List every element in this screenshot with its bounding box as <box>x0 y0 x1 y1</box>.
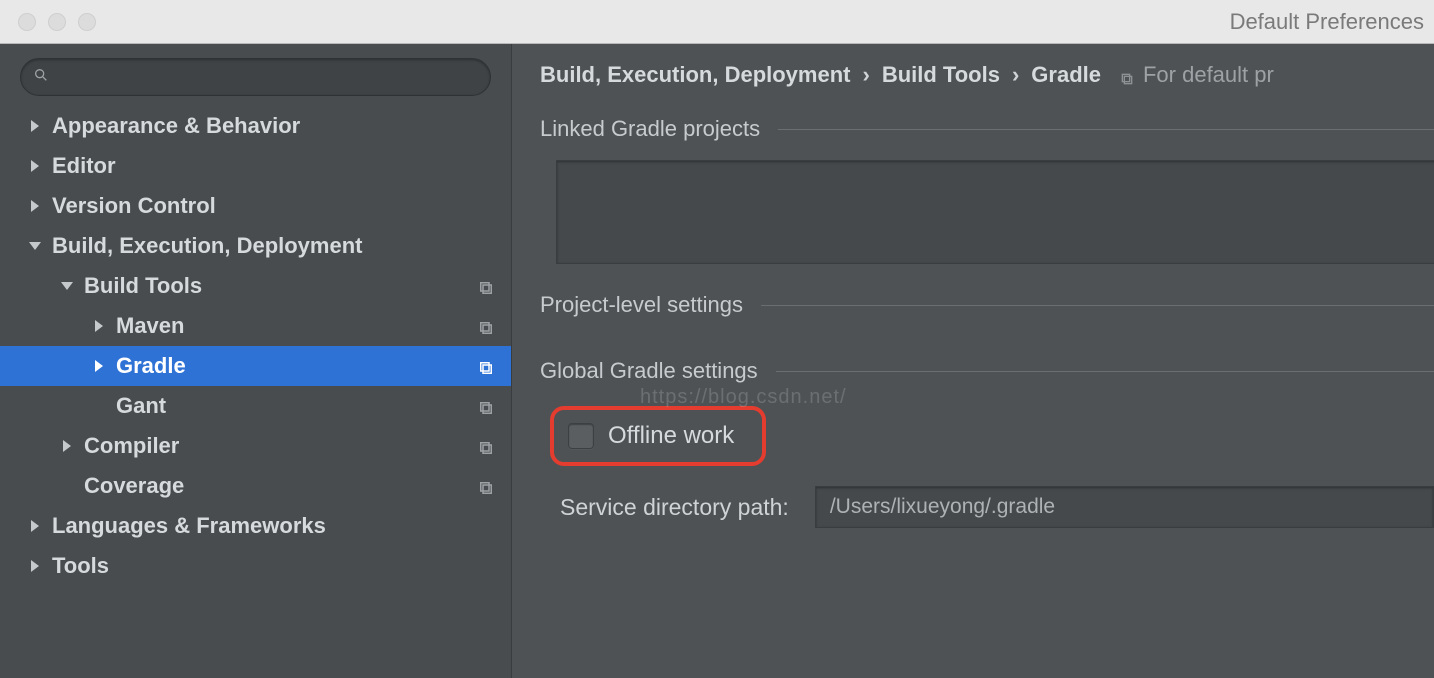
service-directory-row: Service directory path: <box>560 486 1434 528</box>
expand-icon <box>92 319 106 333</box>
section-linked-gradle-projects: Linked Gradle projects <box>540 116 1434 142</box>
profile-scope-icon <box>477 357 495 375</box>
divider <box>776 371 1434 372</box>
chevron-right-icon: › <box>1010 62 1021 88</box>
profile-scope-icon <box>477 477 495 495</box>
section-global-gradle-settings: Global Gradle settings <box>540 358 1434 384</box>
search-icon <box>33 67 49 88</box>
preferences-sidebar: Appearance & Behavior Editor Version Con… <box>0 44 512 678</box>
tree-item-build-tools[interactable]: Build Tools <box>0 266 511 306</box>
expand-icon <box>28 199 42 213</box>
offline-work-label: Offline work <box>608 422 734 450</box>
collapse-icon <box>28 239 42 253</box>
expand-icon <box>28 119 42 133</box>
profile-scope-icon <box>477 277 495 295</box>
tree-item-coverage[interactable]: Coverage <box>0 466 511 506</box>
tree-label: Tools <box>52 553 109 579</box>
tree-item-maven[interactable]: Maven <box>0 306 511 346</box>
scope-label: For default pr <box>1143 62 1274 88</box>
profile-scope-icon <box>1119 67 1135 83</box>
tree-item-languages-frameworks[interactable]: Languages & Frameworks <box>0 506 511 546</box>
tree-label: Appearance & Behavior <box>52 113 300 139</box>
divider <box>778 129 1434 130</box>
tree-item-editor[interactable]: Editor <box>0 146 511 186</box>
breadcrumb-segment[interactable]: Build Tools <box>882 62 1000 88</box>
tree-label: Maven <box>116 313 184 339</box>
tree-item-build-execution-deployment[interactable]: Build, Execution, Deployment <box>0 226 511 266</box>
tree-item-tools[interactable]: Tools <box>0 546 511 586</box>
expand-icon <box>92 359 106 373</box>
tree-label: Gant <box>116 393 166 419</box>
expand-icon <box>28 519 42 533</box>
tree-label: Coverage <box>84 473 184 499</box>
tree-item-gradle[interactable]: Gradle <box>0 346 511 386</box>
breadcrumb-segment: Gradle <box>1031 62 1101 88</box>
offline-work-highlight: Offline work <box>550 406 766 466</box>
tree-item-version-control[interactable]: Version Control <box>0 186 511 226</box>
tree-label: Build, Execution, Deployment <box>52 233 362 259</box>
expand-icon <box>28 159 42 173</box>
tree-item-compiler[interactable]: Compiler <box>0 426 511 466</box>
tree-label: Build Tools <box>84 273 202 299</box>
search-field[interactable] <box>20 58 491 96</box>
search-container <box>0 58 511 106</box>
tree-item-gant[interactable]: Gant <box>0 386 511 426</box>
tree-label: Editor <box>52 153 116 179</box>
expand-icon <box>28 559 42 573</box>
service-directory-input[interactable] <box>815 486 1434 528</box>
close-window-button[interactable] <box>18 13 36 31</box>
tree-item-appearance[interactable]: Appearance & Behavior <box>0 106 511 146</box>
profile-scope-icon <box>477 437 495 455</box>
divider <box>761 305 1434 306</box>
settings-detail-panel: Build, Execution, Deployment › Build Too… <box>512 44 1434 678</box>
section-project-level-settings: Project-level settings <box>540 292 1434 318</box>
service-directory-label: Service directory path: <box>560 494 789 521</box>
minimize-window-button[interactable] <box>48 13 66 31</box>
section-label: Project-level settings <box>540 292 743 318</box>
window-titlebar: Default Preferences <box>0 0 1434 44</box>
profile-scope-icon <box>477 397 495 415</box>
content: Appearance & Behavior Editor Version Con… <box>0 44 1434 678</box>
tree-label: Version Control <box>52 193 216 219</box>
window-title: Default Preferences <box>1230 9 1424 35</box>
tree-label: Gradle <box>116 353 186 379</box>
scope-indicator: For default pr <box>1119 62 1274 88</box>
offline-work-checkbox[interactable] <box>568 423 594 449</box>
section-label: Linked Gradle projects <box>540 116 760 142</box>
breadcrumb: Build, Execution, Deployment › Build Too… <box>540 62 1434 88</box>
search-input[interactable] <box>57 67 478 88</box>
window-controls <box>0 13 96 31</box>
chevron-right-icon: › <box>860 62 871 88</box>
collapse-icon <box>60 279 74 293</box>
zoom-window-button[interactable] <box>78 13 96 31</box>
linked-gradle-projects-list[interactable] <box>556 160 1434 264</box>
tree-label: Languages & Frameworks <box>52 513 326 539</box>
section-label: Global Gradle settings <box>540 358 758 384</box>
profile-scope-icon <box>477 317 495 335</box>
tree-label: Compiler <box>84 433 179 459</box>
expand-icon <box>60 439 74 453</box>
breadcrumb-segment[interactable]: Build, Execution, Deployment <box>540 62 850 88</box>
settings-tree: Appearance & Behavior Editor Version Con… <box>0 106 511 586</box>
